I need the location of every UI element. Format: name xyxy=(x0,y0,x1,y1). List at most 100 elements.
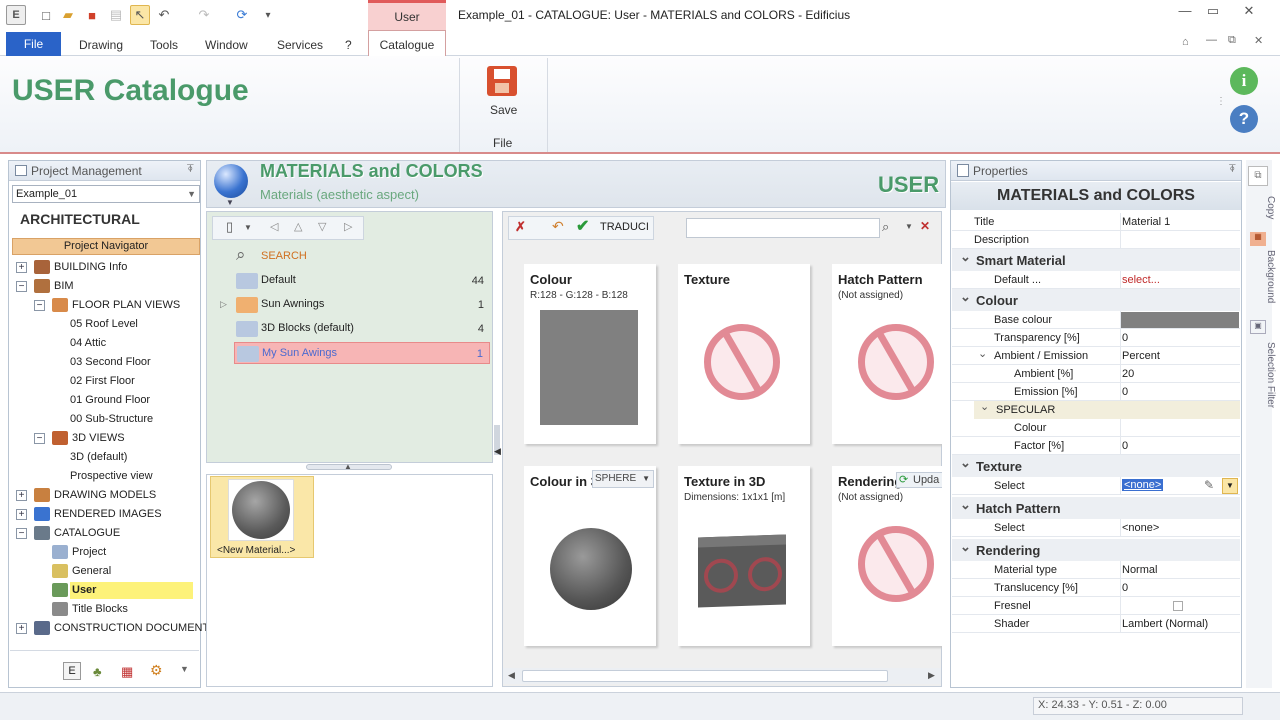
tree-gear-icon[interactable]: ⚙ xyxy=(150,662,163,679)
preview-card[interactable]: Rendering (Not assigned) ⟳ Upda xyxy=(832,466,942,646)
check-icon[interactable]: ✔ xyxy=(576,216,589,236)
pin-icon[interactable]: ⍕ xyxy=(187,163,194,176)
splitter-left-icon[interactable]: ◀ xyxy=(494,446,501,457)
tree-item[interactable]: FLOOR PLAN VIEWS xyxy=(72,299,180,311)
property-row[interactable]: Title Material 1 xyxy=(952,213,1240,231)
preview-card[interactable]: Colour in 3 SPHERE ▼ xyxy=(524,466,656,646)
expand-toggle[interactable]: − xyxy=(34,300,45,311)
tree-settings-icon[interactable]: E xyxy=(63,662,81,680)
collapse-icon[interactable]: ⌄ xyxy=(960,249,971,265)
collapse-icon[interactable]: ⌄ xyxy=(960,497,971,513)
tree-item[interactable]: 02 First Floor xyxy=(70,375,135,387)
property-section[interactable]: ⌄ Rendering xyxy=(952,539,1240,561)
search-icon[interactable]: ⌕ xyxy=(882,219,889,235)
property-row[interactable]: Select <none> ✎ ▼ xyxy=(952,477,1240,495)
clear-search-icon[interactable]: ✕ xyxy=(920,219,930,233)
property-row[interactable]: Ambient [%] 20 xyxy=(952,365,1240,383)
property-value[interactable]: 0 xyxy=(1122,440,1128,452)
chevron-down-icon[interactable]: ▼ xyxy=(187,186,196,202)
collapse-icon[interactable]: ⌄ xyxy=(960,289,971,305)
tree-item[interactable]: General xyxy=(72,565,111,577)
preview-card[interactable]: Texture in 3D Dimensions: 1x1x1 [m] xyxy=(678,466,810,646)
tree-item[interactable]: 3D (default) xyxy=(70,451,127,463)
folder-item[interactable]: ⌕ SEARCH xyxy=(234,245,490,268)
property-section[interactable]: ⌄ Colour xyxy=(952,289,1240,311)
edit-icon[interactable]: ✎ xyxy=(1204,478,1214,492)
update-preview-button[interactable]: ⟳ Upda xyxy=(896,472,942,488)
tree-item[interactable]: 3D VIEWS xyxy=(72,432,125,444)
property-row[interactable]: Select <none> xyxy=(952,519,1240,537)
file-menu[interactable]: File xyxy=(6,32,61,56)
scroll-thumb[interactable] xyxy=(522,670,888,682)
property-value[interactable]: <none> xyxy=(1122,479,1164,491)
project-navigator-button[interactable]: Project Navigator xyxy=(12,238,200,255)
preview-card[interactable]: Colour R:128 - G:128 - B:128 xyxy=(524,264,656,444)
dropdown-button[interactable]: ▼ xyxy=(1222,478,1238,494)
property-row[interactable]: Material type Normal xyxy=(952,561,1240,579)
pointer-icon[interactable]: ↖ xyxy=(130,5,150,25)
print-icon[interactable]: ▤ xyxy=(106,5,126,25)
search-dropdown-icon[interactable]: ▼ xyxy=(905,222,913,231)
expand-arrow-icon[interactable]: ▷ xyxy=(220,299,227,310)
open-folder-icon[interactable]: ▰ xyxy=(58,5,78,25)
refresh-icon[interactable]: ⟳ xyxy=(232,5,252,25)
sphere-dropdown-icon[interactable]: ▼ xyxy=(226,198,234,207)
tree-item[interactable]: CATALOGUE xyxy=(54,527,120,539)
copy-tab-icon[interactable]: ⧉ xyxy=(1248,166,1268,186)
collapse-icon[interactable]: ⌄ xyxy=(980,400,989,413)
ribbon-collapse-icon[interactable]: ⌂ xyxy=(1182,36,1189,48)
tab-help[interactable]: ? xyxy=(345,38,352,52)
property-row[interactable]: Translucency [%] 0 xyxy=(952,579,1240,597)
scroll-left-icon[interactable]: ◀ xyxy=(508,670,515,681)
tree-plant-icon[interactable]: ♣ xyxy=(93,664,102,679)
property-row[interactable]: Base colour xyxy=(952,311,1240,329)
preview-card[interactable]: Texture xyxy=(678,264,810,444)
collapse-icon[interactable]: ⌄ xyxy=(960,539,971,555)
doc-restore-button[interactable]: ⧉ xyxy=(1228,34,1236,47)
property-value[interactable]: <none> xyxy=(1122,522,1159,534)
preview-card[interactable]: Hatch Pattern (Not assigned) xyxy=(832,264,942,444)
customize-dropdown-icon[interactable]: ▾ xyxy=(258,5,278,25)
tree-item[interactable]: 03 Second Floor xyxy=(70,356,151,368)
undo-changes-icon[interactable]: ↶ xyxy=(552,218,564,235)
app-icon[interactable]: E xyxy=(6,5,26,25)
fresnel-checkbox[interactable] xyxy=(1173,601,1183,611)
property-section[interactable]: ⌄ Texture xyxy=(952,455,1240,477)
tree-item[interactable]: Title Blocks xyxy=(72,603,128,615)
redo-icon[interactable]: ↷ xyxy=(194,5,214,25)
property-row[interactable]: Default ... select... xyxy=(952,271,1240,289)
tree-options-dropdown-icon[interactable]: ▼ xyxy=(180,664,189,674)
properties-pin-icon[interactable]: ⍕ xyxy=(1229,163,1236,176)
preview-shape-select[interactable]: SPHERE ▼ xyxy=(592,470,654,488)
splitter-up-icon[interactable]: ▲ xyxy=(344,462,352,471)
tree-item[interactable]: Project xyxy=(72,546,106,558)
base-colour-swatch[interactable] xyxy=(1121,312,1239,328)
selection-filter-tab-icon[interactable]: ▣ xyxy=(1250,320,1266,334)
tab-tools[interactable]: Tools xyxy=(150,38,178,52)
tab-drawing[interactable]: Drawing xyxy=(79,38,123,52)
tree-item[interactable]: DRAWING MODELS xyxy=(54,489,156,501)
property-row[interactable]: Colour xyxy=(952,419,1240,437)
property-row[interactable]: Factor [%] 0 xyxy=(952,437,1240,455)
property-section[interactable]: ⌄ Smart Material xyxy=(952,249,1240,271)
expand-toggle[interactable]: − xyxy=(16,281,27,292)
nav-forward-icon[interactable]: ▷ xyxy=(344,220,352,233)
tree-item[interactable]: 01 Ground Floor xyxy=(70,394,150,406)
background-tab-icon[interactable]: ▦ xyxy=(1250,232,1266,246)
tab-services[interactable]: Services xyxy=(277,38,323,52)
new-folder-icon[interactable]: ▯ xyxy=(226,219,233,235)
nav-up-icon[interactable]: △ xyxy=(294,220,302,233)
sphere-icon[interactable] xyxy=(214,164,248,198)
expand-toggle[interactable]: + xyxy=(16,623,27,634)
new-material-item[interactable]: <New Material...> xyxy=(210,476,314,558)
property-row[interactable]: Transparency [%] 0 xyxy=(952,329,1240,347)
property-subsection[interactable]: ⌄ SPECULAR xyxy=(974,401,1240,419)
edit-delete-icon[interactable]: ✗ xyxy=(515,219,526,235)
property-section[interactable]: ⌄ Hatch Pattern xyxy=(952,497,1240,519)
property-value[interactable]: select... xyxy=(1122,274,1160,286)
minimize-button[interactable]: — xyxy=(1172,2,1198,20)
save-button[interactable] xyxy=(487,66,517,96)
tree-item[interactable]: 05 Roof Level xyxy=(70,318,138,330)
undo-icon[interactable]: ↶ xyxy=(154,5,174,25)
property-row[interactable]: Shader Lambert (Normal) xyxy=(952,615,1240,633)
